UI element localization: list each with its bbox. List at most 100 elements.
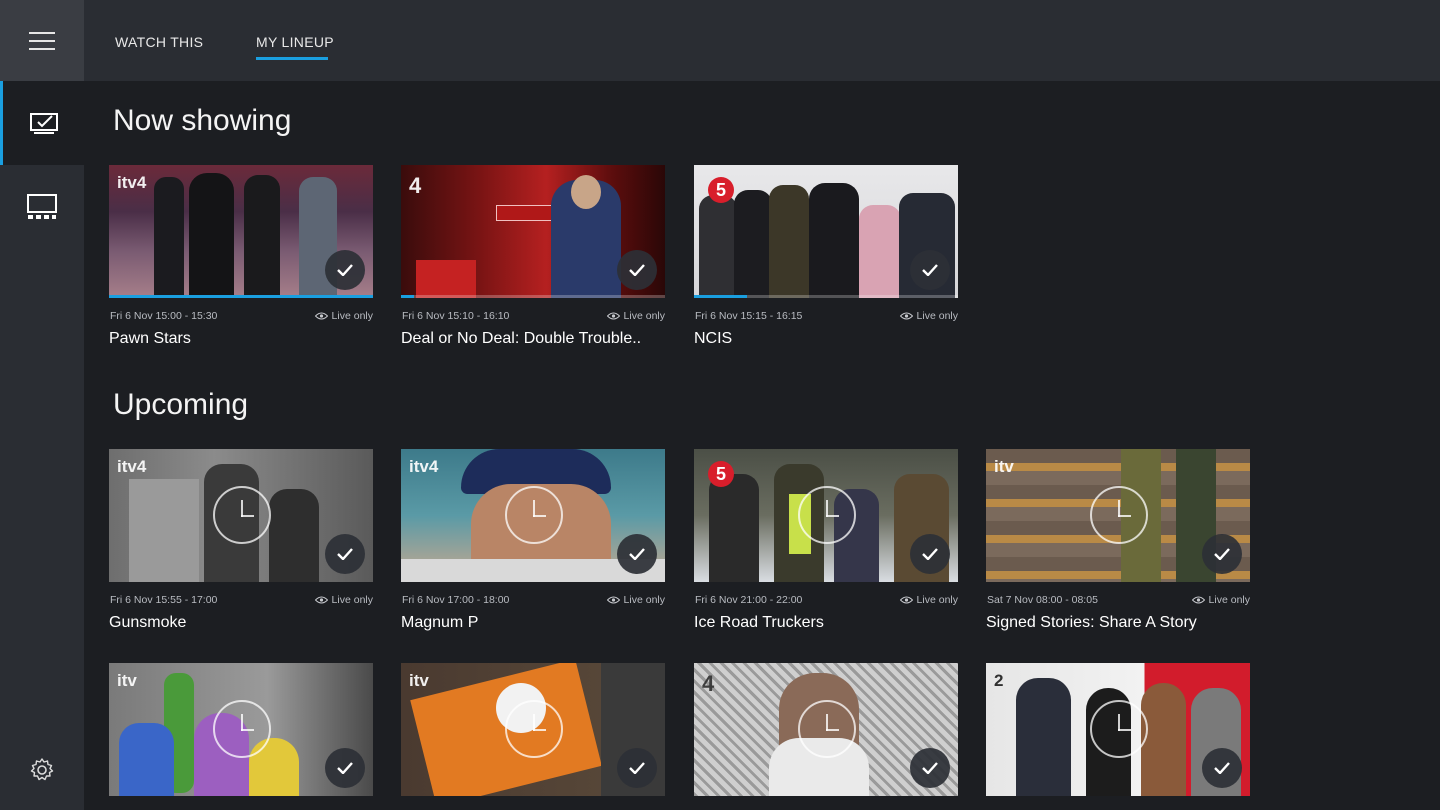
added-check-button[interactable]: [910, 748, 950, 788]
program-card[interactable]: itv: [401, 663, 665, 796]
program-card[interactable]: 4: [694, 663, 958, 796]
live-only-label: Live only: [606, 594, 665, 606]
active-tab-indicator: [256, 57, 328, 60]
live-only-label: Live only: [899, 310, 958, 322]
sidebar-item-my-lineup[interactable]: [0, 81, 84, 165]
program-card[interactable]: itv: [109, 663, 373, 796]
program-thumbnail[interactable]: itv: [401, 663, 665, 796]
top-bar: WATCH THIS MY LINEUP: [84, 0, 1440, 81]
settings-button[interactable]: [0, 740, 84, 800]
live-only-label: Live only: [314, 594, 373, 606]
program-thumbnail[interactable]: itv4: [109, 165, 373, 298]
tv-check-icon: [29, 113, 58, 134]
tab-my-lineup[interactable]: MY LINEUP: [256, 34, 334, 50]
program-thumbnail[interactable]: 5: [694, 449, 958, 582]
tab-watch-this[interactable]: WATCH THIS: [115, 34, 203, 50]
added-check-button[interactable]: [617, 748, 657, 788]
eye-icon: [899, 312, 913, 320]
program-title: Ice Road Truckers: [694, 614, 824, 631]
program-thumbnail[interactable]: itv4: [109, 449, 373, 582]
check-icon: [337, 762, 353, 774]
program-time: Sat 7 Nov 08:00 - 08:05: [987, 594, 1098, 606]
program-time: Fri 6 Nov 15:00 - 15:30: [110, 310, 218, 322]
live-only-label: Live only: [899, 594, 958, 606]
program-time: Fri 6 Nov 21:00 - 22:00: [695, 594, 803, 606]
added-check-button[interactable]: [325, 748, 365, 788]
program-meta: Fri 6 Nov 15:00 - 15:30 Live only: [109, 298, 373, 322]
channel-logo: 4: [702, 671, 715, 696]
check-icon: [1214, 548, 1230, 560]
program-thumbnail[interactable]: 4: [694, 663, 958, 796]
check-icon: [629, 548, 645, 560]
section-title-upcoming: Upcoming: [113, 388, 249, 421]
program-thumbnail[interactable]: itv: [109, 663, 373, 796]
sidebar-item-guide[interactable]: [0, 165, 84, 249]
sidebar: [0, 0, 84, 810]
check-icon: [922, 762, 938, 774]
program-time: Fri 6 Nov 17:00 - 18:00: [402, 594, 510, 606]
eye-icon: [1191, 596, 1205, 604]
program-thumbnail[interactable]: itv4: [401, 449, 665, 582]
program-time: Fri 6 Nov 15:10 - 16:10: [402, 310, 510, 322]
clock-icon: [213, 700, 271, 758]
menu-button[interactable]: [0, 0, 84, 81]
clock-icon: [1090, 486, 1148, 544]
program-thumbnail[interactable]: 5: [694, 165, 958, 298]
program-card[interactable]: 5 Fri 6 Nov 21:00 - 22:00 Live only Ice …: [694, 449, 958, 632]
channel-logo: itv: [409, 671, 429, 690]
tv-guide-icon: [27, 194, 57, 219]
program-thumbnail[interactable]: 2: [986, 663, 1250, 796]
channel-logo: 4: [409, 173, 422, 198]
program-title: Deal or No Deal: Double Trouble..: [401, 330, 642, 347]
clock-icon: [213, 486, 271, 544]
clock-icon: [505, 486, 563, 544]
check-icon: [337, 264, 353, 276]
program-thumbnail[interactable]: itv: [986, 449, 1250, 582]
added-check-button[interactable]: [617, 534, 657, 574]
channel-logo: 2: [994, 671, 1004, 690]
added-check-button[interactable]: [1202, 534, 1242, 574]
program-card[interactable]: 5 Fri 6 Nov 15:15 - 16:15 Live only NCIS: [694, 165, 958, 348]
program-card[interactable]: itv Sat 7 Nov 08:00 - 08:05 Live only Si…: [986, 449, 1250, 632]
channel-logo: itv4: [117, 173, 147, 192]
channel-logo: itv4: [117, 457, 147, 476]
eye-icon: [314, 596, 328, 604]
program-meta: Fri 6 Nov 17:00 - 18:00 Live only: [401, 582, 665, 606]
program-card[interactable]: itv4 Fri 6 Nov 15:00 - 15:30 Live only P…: [109, 165, 373, 348]
eye-icon: [314, 312, 328, 320]
check-icon: [1214, 762, 1230, 774]
check-icon: [337, 548, 353, 560]
program-time: Fri 6 Nov 15:55 - 17:00: [110, 594, 218, 606]
program-meta: Fri 6 Nov 15:15 - 16:15 Live only: [694, 298, 958, 322]
clock-icon: [505, 700, 563, 758]
added-check-button[interactable]: [1202, 748, 1242, 788]
added-check-button[interactable]: [910, 250, 950, 290]
program-title: NCIS: [694, 330, 733, 347]
check-icon: [922, 264, 938, 276]
live-only-label: Live only: [314, 310, 373, 322]
program-thumbnail[interactable]: 4: [401, 165, 665, 298]
added-check-button[interactable]: [910, 534, 950, 574]
added-check-button[interactable]: [325, 534, 365, 574]
program-title: Signed Stories: Share A Story: [986, 614, 1197, 631]
eye-icon: [899, 596, 913, 604]
channel-logo: itv: [117, 671, 137, 690]
program-time: Fri 6 Nov 15:15 - 16:15: [695, 310, 803, 322]
eye-icon: [606, 312, 620, 320]
program-card[interactable]: itv4 Fri 6 Nov 17:00 - 18:00 Live only M…: [401, 449, 665, 632]
program-title: Pawn Stars: [109, 330, 191, 347]
program-card[interactable]: itv4 Fri 6 Nov 15:55 - 17:00 Live only G…: [109, 449, 373, 632]
program-card[interactable]: 4 Fri 6 Nov 15:10 - 16:10 Live only Deal…: [401, 165, 665, 348]
program-meta: Sat 7 Nov 08:00 - 08:05 Live only: [986, 582, 1250, 606]
program-meta: Fri 6 Nov 15:55 - 17:00 Live only: [109, 582, 373, 606]
channel-logo: itv4: [409, 457, 439, 476]
added-check-button[interactable]: [617, 250, 657, 290]
channel-logo: 5: [708, 177, 734, 203]
check-icon: [629, 264, 645, 276]
program-card[interactable]: 2: [986, 663, 1250, 796]
program-meta: Fri 6 Nov 15:10 - 16:10 Live only: [401, 298, 665, 322]
added-check-button[interactable]: [325, 250, 365, 290]
live-only-label: Live only: [1191, 594, 1250, 606]
channel-logo: 5: [708, 461, 734, 487]
program-title: Magnum P: [401, 614, 479, 631]
